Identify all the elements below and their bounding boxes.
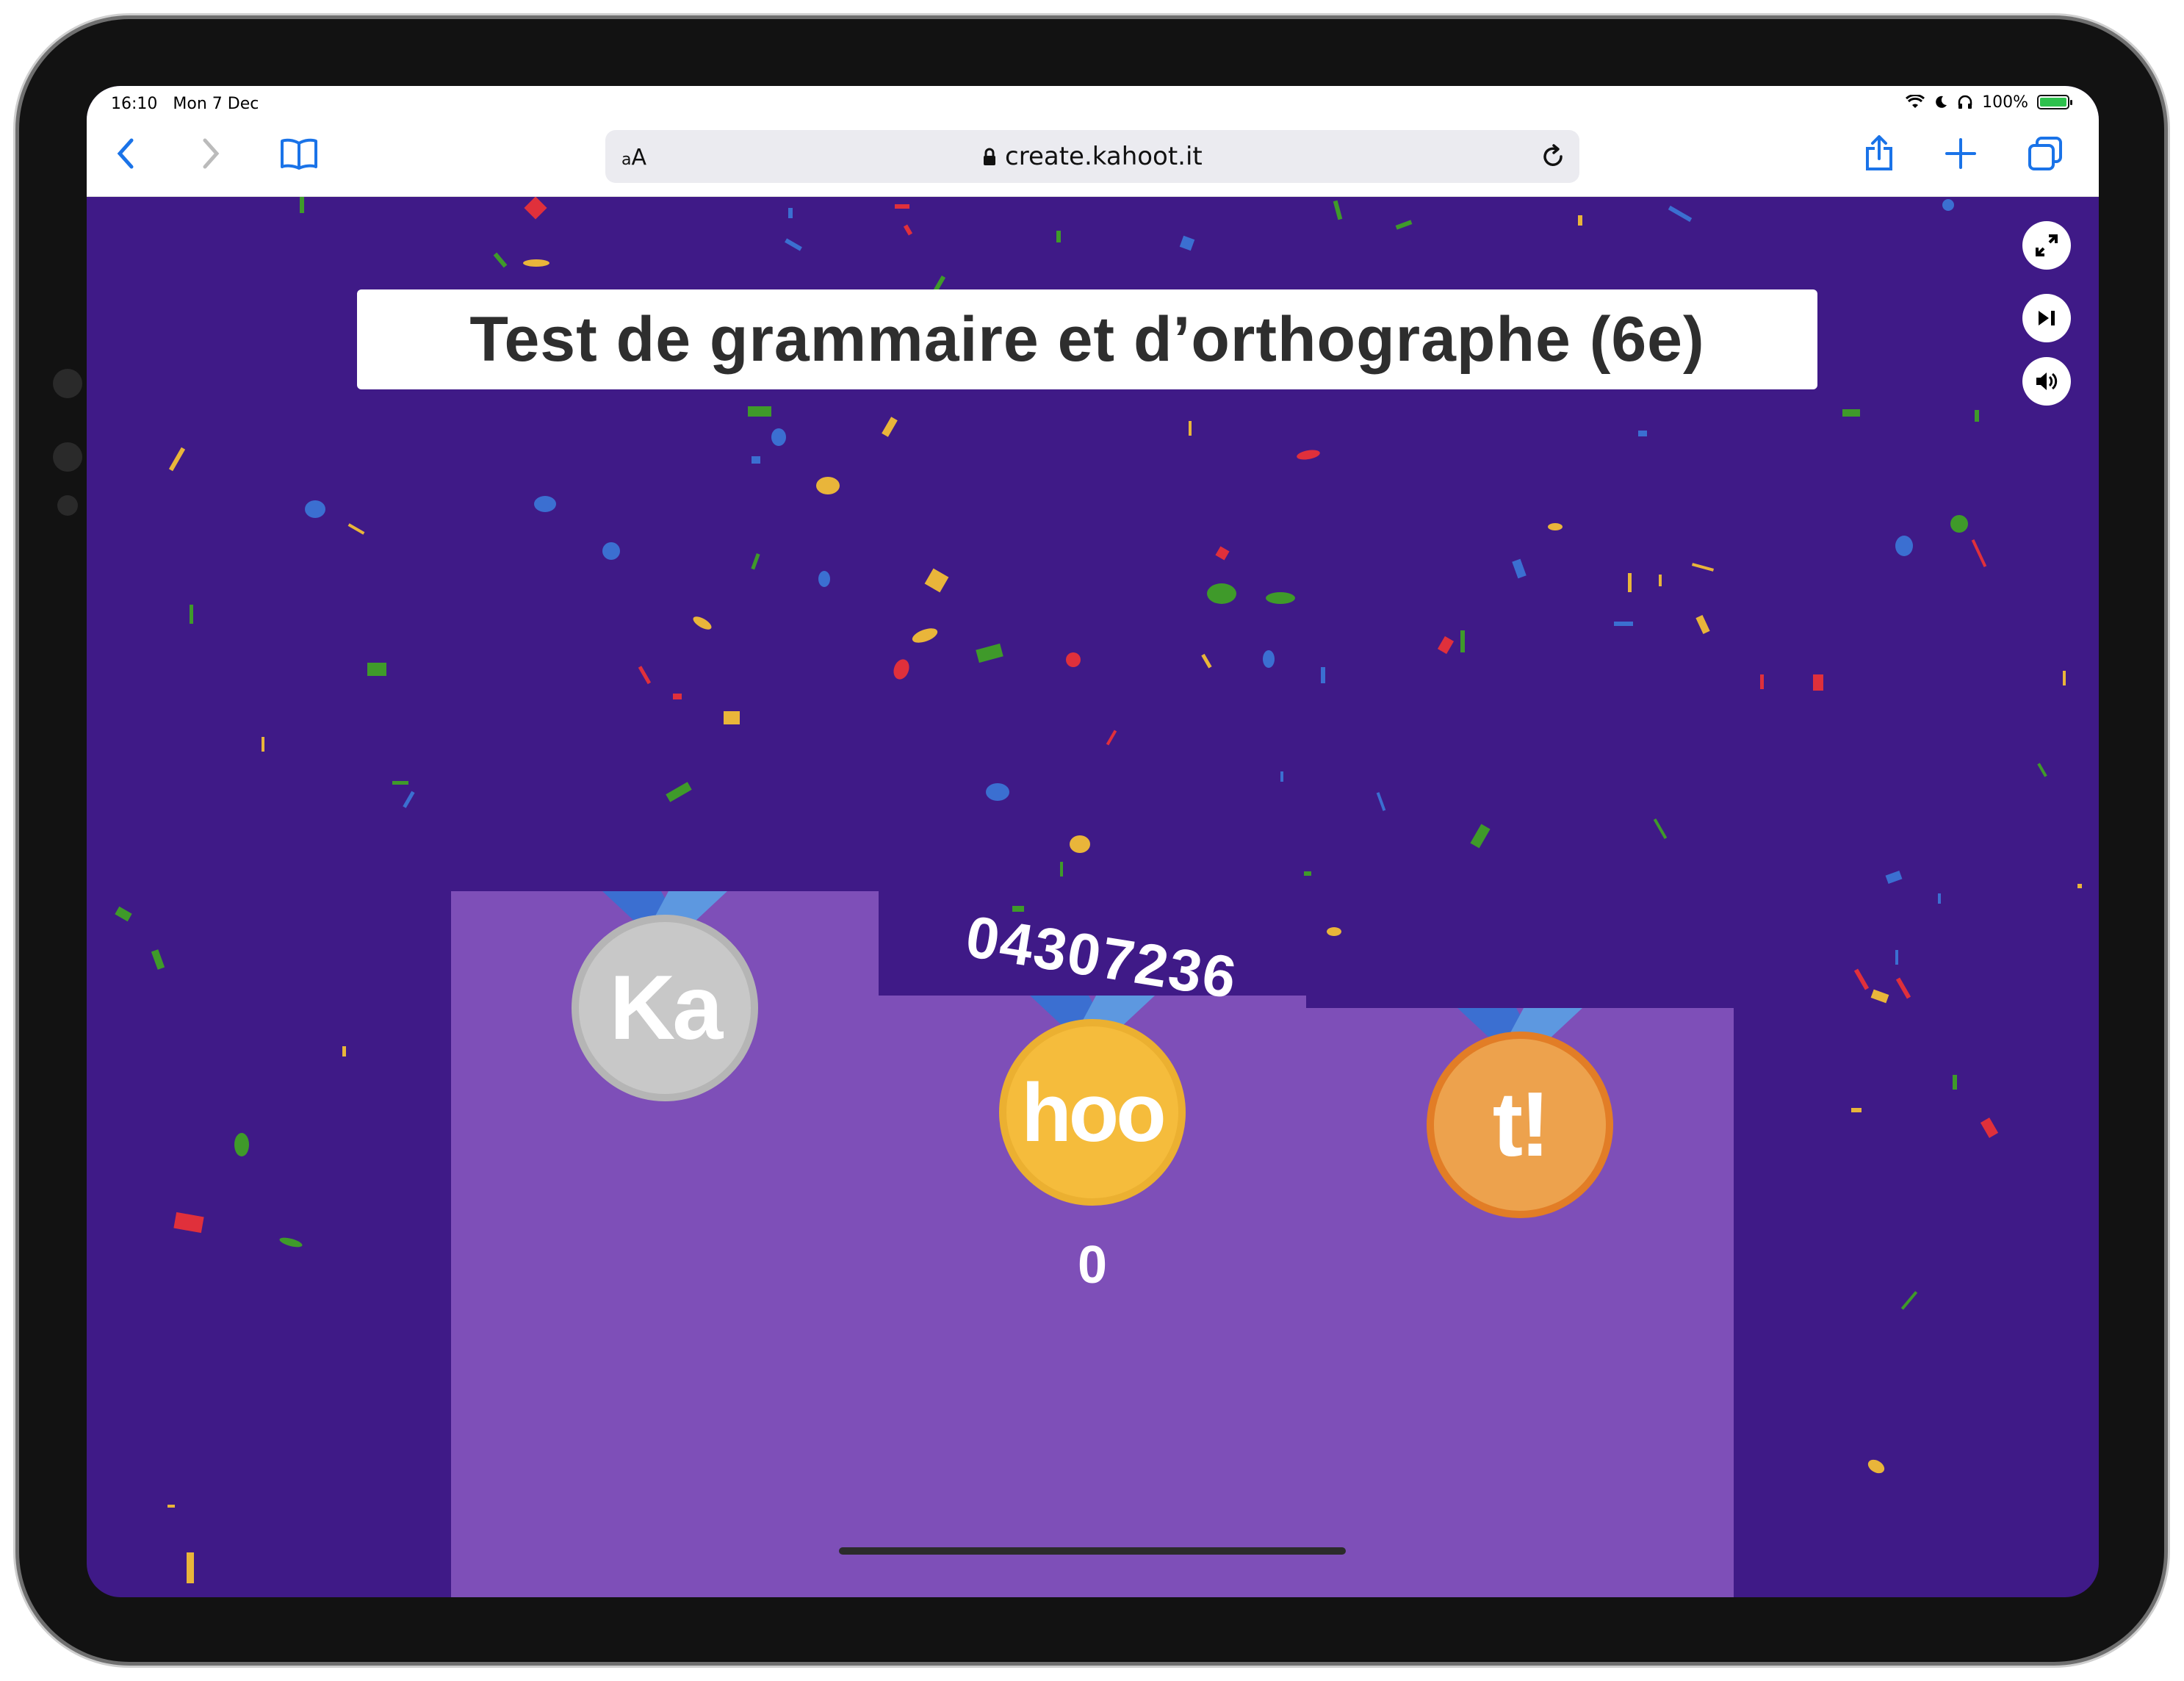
volume-button[interactable]	[2022, 357, 2071, 406]
new-tab-icon	[1945, 138, 1976, 169]
fullscreen-icon	[2036, 234, 2058, 256]
wifi-icon	[1906, 95, 1925, 108]
home-indicator[interactable]	[839, 1547, 1346, 1555]
kahoot-podium-screen: Test de grammaire et d’orthographe (6e)	[87, 197, 2099, 1597]
medal-text: hoo	[1021, 1066, 1166, 1159]
skip-button[interactable]	[2022, 294, 2071, 342]
gold-medal: hoo	[999, 1019, 1186, 1206]
podium-second-place: Ka	[451, 891, 879, 1597]
side-sensor	[53, 442, 82, 472]
headphones-icon	[1958, 95, 1972, 109]
status-time: 16:10 Mon 7 Dec	[111, 95, 259, 113]
forward-button[interactable]	[188, 132, 232, 176]
battery-percent: 100%	[1982, 93, 2028, 112]
moon-icon	[1936, 96, 1947, 108]
share-button[interactable]	[1857, 132, 1901, 176]
share-icon	[1866, 135, 1892, 170]
medal-text: t!	[1492, 1074, 1551, 1176]
side-sensor	[57, 495, 78, 516]
bookmarks-button[interactable]	[277, 132, 321, 176]
url-text: create.kahoot.it	[1005, 142, 1203, 171]
volume-icon	[2036, 372, 2058, 390]
silver-medal: Ka	[572, 915, 758, 1101]
back-button[interactable]	[104, 132, 148, 176]
forward-icon	[203, 138, 220, 169]
fullscreen-button[interactable]	[2022, 221, 2071, 270]
medal-text: Ka	[609, 957, 724, 1059]
battery-icon	[2037, 95, 2072, 109]
status-bar: 16:10 Mon 7 Dec 100%	[87, 86, 2099, 117]
url-display: create.kahoot.it	[605, 142, 1579, 171]
lock-icon	[984, 148, 996, 165]
screen: 16:10 Mon 7 Dec 100% aA create.kahoot.it…	[87, 86, 2099, 1597]
reload-icon[interactable]	[1538, 142, 1568, 171]
side-sensor	[53, 369, 82, 398]
player-score: 0	[1077, 1236, 1108, 1295]
podium-first-place: hoo 0	[879, 996, 1306, 1597]
back-icon	[117, 138, 134, 169]
browser-toolbar: aAAA create.kahoot.it	[87, 117, 2099, 197]
status-icons: 100%	[1906, 92, 2072, 112]
new-tab-button[interactable]	[1939, 132, 1983, 176]
tabs-icon	[2028, 137, 2062, 170]
bronze-medal: t!	[1427, 1032, 1613, 1218]
podium-third-place: t!	[1306, 1008, 1734, 1597]
quiz-title-banner: Test de grammaire et d’orthographe (6e)	[357, 289, 1817, 389]
skip-icon	[2039, 311, 2055, 325]
tabs-button[interactable]	[2023, 132, 2067, 176]
address-bar[interactable]: aAAA create.kahoot.it	[605, 130, 1579, 183]
quiz-title: Test de grammaire et d’orthographe (6e)	[469, 303, 1705, 375]
bookmarks-icon	[281, 138, 317, 170]
